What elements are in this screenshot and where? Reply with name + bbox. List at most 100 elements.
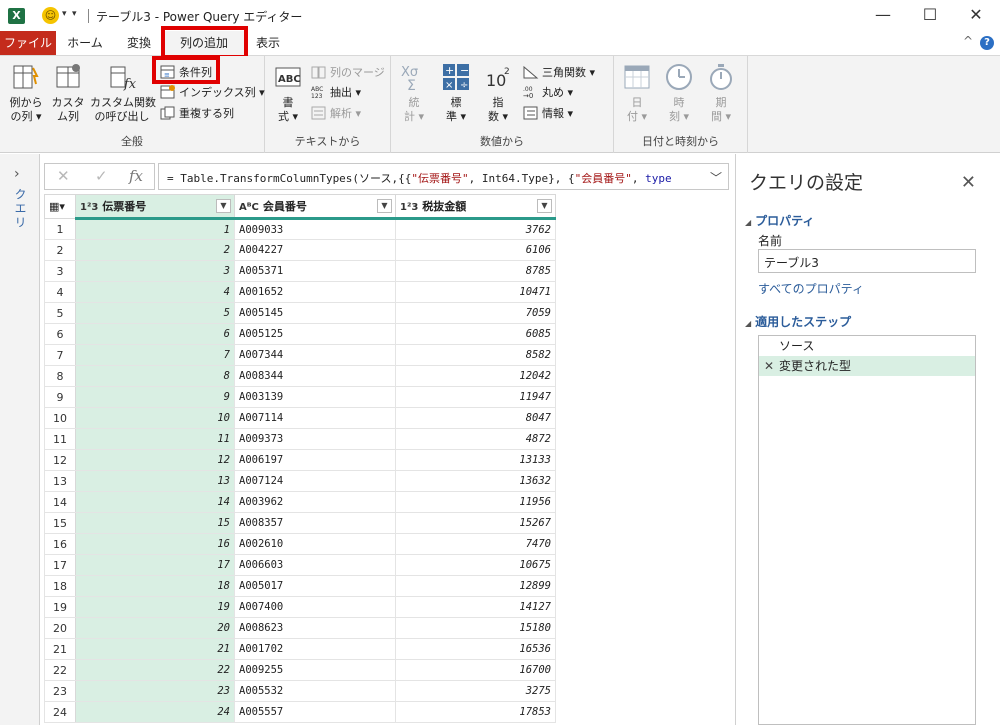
- cell-amount[interactable]: 13632: [395, 470, 556, 492]
- row-number[interactable]: 1: [44, 218, 76, 240]
- row-number[interactable]: 10: [44, 407, 76, 429]
- cell-member-number[interactable]: A007400: [234, 596, 396, 618]
- cancel-formula-icon[interactable]: ✕: [57, 167, 70, 185]
- cell-slip-number[interactable]: 21: [75, 638, 235, 660]
- cell-slip-number[interactable]: 2: [75, 239, 235, 261]
- row-number[interactable]: 13: [44, 470, 76, 492]
- standard-button[interactable]: + − × ÷ 標 準 ▾: [439, 62, 473, 124]
- table-row[interactable]: 8 8 A008344 12042: [44, 365, 556, 387]
- row-number[interactable]: 3: [44, 260, 76, 282]
- table-row[interactable]: 10 10 A007114 8047: [44, 407, 556, 429]
- whole-number-type-icon[interactable]: 1²3: [80, 202, 98, 213]
- scientific-button[interactable]: 10 2 指 数 ▾: [481, 62, 515, 124]
- cell-member-number[interactable]: A003962: [234, 491, 396, 513]
- cell-member-number[interactable]: A001702: [234, 638, 396, 660]
- table-row[interactable]: 1 1 A009033 3762: [44, 218, 556, 240]
- cell-member-number[interactable]: A002610: [234, 533, 396, 555]
- applied-steps-section[interactable]: ◢ 適用したステップ: [745, 313, 851, 330]
- row-number[interactable]: 24: [44, 701, 76, 723]
- tab-file[interactable]: ファイル: [0, 31, 56, 55]
- cell-slip-number[interactable]: 18: [75, 575, 235, 597]
- cell-slip-number[interactable]: 23: [75, 680, 235, 702]
- cell-amount[interactable]: 12899: [395, 575, 556, 597]
- information-button[interactable]: 情報 ▾: [523, 104, 573, 123]
- filter-dropdown-icon[interactable]: ▼: [216, 199, 231, 213]
- table-row[interactable]: 18 18 A005017 12899: [44, 575, 556, 597]
- cell-member-number[interactable]: A005017: [234, 575, 396, 597]
- cell-slip-number[interactable]: 8: [75, 365, 235, 387]
- cell-amount[interactable]: 17853: [395, 701, 556, 723]
- cell-slip-number[interactable]: 13: [75, 470, 235, 492]
- table-row[interactable]: 16 16 A002610 7470: [44, 533, 556, 555]
- cell-amount[interactable]: 6106: [395, 239, 556, 261]
- duplicate-column-button[interactable]: 重複する列: [160, 104, 234, 123]
- fx-icon[interactable]: fx: [129, 167, 143, 185]
- row-number[interactable]: 16: [44, 533, 76, 555]
- cell-amount[interactable]: 4872: [395, 428, 556, 450]
- table-row[interactable]: 19 19 A007400 14127: [44, 596, 556, 618]
- collapse-ribbon-icon[interactable]: ^: [963, 34, 973, 48]
- row-number[interactable]: 18: [44, 575, 76, 597]
- collapse-triangle-icon[interactable]: ◢: [745, 218, 751, 227]
- filter-dropdown-icon[interactable]: ▼: [377, 199, 392, 213]
- cell-amount[interactable]: 3762: [395, 218, 556, 240]
- table-row[interactable]: 22 22 A009255 16700: [44, 659, 556, 681]
- invoke-custom-function-button[interactable]: fx カスタム関数 の呼び出し: [90, 62, 156, 124]
- cell-slip-number[interactable]: 20: [75, 617, 235, 639]
- customize-toolbar-icon[interactable]: ▾: [72, 9, 77, 19]
- row-number[interactable]: 12: [44, 449, 76, 471]
- smiley-feedback-icon[interactable]: ☺: [42, 7, 59, 24]
- row-number[interactable]: 17: [44, 554, 76, 576]
- cell-member-number[interactable]: A004227: [234, 239, 396, 261]
- cell-slip-number[interactable]: 14: [75, 491, 235, 513]
- filter-dropdown-icon[interactable]: ▼: [537, 199, 552, 213]
- cell-slip-number[interactable]: 19: [75, 596, 235, 618]
- table-row[interactable]: 2 2 A004227 6106: [44, 239, 556, 261]
- column-header-member-number[interactable]: AᴮC 会員番号 ▼: [234, 194, 396, 220]
- column-header-amount[interactable]: 1²3 税抜金額 ▼: [395, 194, 556, 220]
- cell-amount[interactable]: 12042: [395, 365, 556, 387]
- cell-amount[interactable]: 11956: [395, 491, 556, 513]
- cell-member-number[interactable]: A006197: [234, 449, 396, 471]
- table-row[interactable]: 9 9 A003139 11947: [44, 386, 556, 408]
- table-row[interactable]: 5 5 A005145 7059: [44, 302, 556, 324]
- row-number[interactable]: 21: [44, 638, 76, 660]
- table-row[interactable]: 21 21 A001702 16536: [44, 638, 556, 660]
- row-number[interactable]: 6: [44, 323, 76, 345]
- properties-section[interactable]: ◢ プロパティ: [745, 212, 814, 229]
- table-row[interactable]: 24 24 A005557 17853: [44, 701, 556, 723]
- cell-member-number[interactable]: A008357: [234, 512, 396, 534]
- step-source[interactable]: ソース: [759, 336, 975, 356]
- trigonometry-button[interactable]: 三角関数 ▾: [523, 63, 595, 82]
- close-settings-icon[interactable]: ✕: [961, 172, 976, 193]
- cell-member-number[interactable]: A005557: [234, 701, 396, 723]
- cell-amount[interactable]: 15267: [395, 512, 556, 534]
- cell-member-number[interactable]: A008344: [234, 365, 396, 387]
- table-row[interactable]: 12 12 A006197 13133: [44, 449, 556, 471]
- maximize-button[interactable]: ☐: [907, 0, 953, 30]
- text-type-icon[interactable]: AᴮC: [239, 202, 259, 213]
- cell-member-number[interactable]: A007344: [234, 344, 396, 366]
- cell-amount[interactable]: 16536: [395, 638, 556, 660]
- table-row[interactable]: 3 3 A005371 8785: [44, 260, 556, 282]
- cell-member-number[interactable]: A009255: [234, 659, 396, 681]
- duration-button[interactable]: 期 間 ▾: [704, 62, 738, 124]
- cell-amount[interactable]: 7470: [395, 533, 556, 555]
- row-number[interactable]: 19: [44, 596, 76, 618]
- minimize-button[interactable]: —: [860, 0, 906, 30]
- cell-slip-number[interactable]: 1: [75, 218, 235, 240]
- column-header-slip-number[interactable]: 1²3 伝票番号 ▼: [75, 194, 235, 220]
- expand-formula-icon[interactable]: ﹀: [705, 169, 722, 186]
- collapse-triangle-icon[interactable]: ◢: [745, 319, 751, 328]
- tab-transform[interactable]: 変換: [116, 31, 162, 55]
- cell-slip-number[interactable]: 22: [75, 659, 235, 681]
- help-icon[interactable]: ?: [980, 36, 994, 50]
- tab-home[interactable]: ホーム: [62, 31, 108, 55]
- cell-slip-number[interactable]: 11: [75, 428, 235, 450]
- table-row[interactable]: 4 4 A001652 10471: [44, 281, 556, 303]
- cell-slip-number[interactable]: 7: [75, 344, 235, 366]
- cell-member-number[interactable]: A005125: [234, 323, 396, 345]
- row-number[interactable]: 5: [44, 302, 76, 324]
- cell-slip-number[interactable]: 5: [75, 302, 235, 324]
- cell-slip-number[interactable]: 15: [75, 512, 235, 534]
